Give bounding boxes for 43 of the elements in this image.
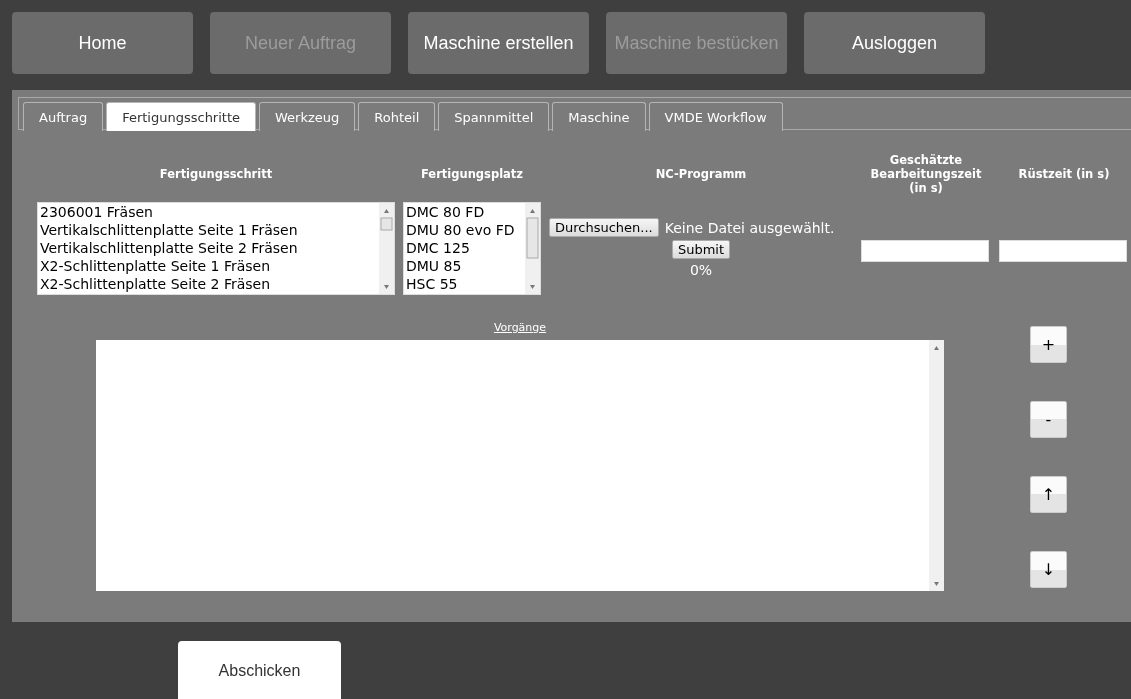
submit-button[interactable]: Submit <box>671 240 731 259</box>
tab[interactable]: Spannmittel <box>438 102 550 131</box>
nav-button[interactable]: Home <box>12 12 193 74</box>
list-item[interactable]: X2-Schlittenplatte Seite 1 Fräsen <box>40 257 377 275</box>
list-item[interactable]: X2-Schlittenplatte Seite 2 Fräsen <box>40 275 377 293</box>
text-area[interactable] <box>96 340 944 591</box>
list-item[interactable]: DMU 85 <box>406 257 523 275</box>
list-box[interactable]: 2306001 Fräsen Vertikalschlittenplatte Seite 1 Fräsen Vertikalschlittenplatte Seite 2 Fräsen X2-Schlittenplatte Seite 1 Fräsen X2-Schlittenplatte Seite 2 Fräsen <box>37 202 395 295</box>
nav-button[interactable]: Maschine erstellen <box>408 12 589 74</box>
column-header: Fertigungsplatz <box>419 166 525 183</box>
tab[interactable]: Rohteil <box>358 102 436 131</box>
scrollbar-icon[interactable] <box>379 203 394 294</box>
tab[interactable]: VMDE Workflow <box>648 102 783 131</box>
operation-button[interactable]: ↑ <box>1030 476 1067 513</box>
tab[interactable]: Auftrag <box>23 102 104 131</box>
list-item[interactable]: Vertikalschlittenplatte Seite 1 Fräsen <box>40 221 377 239</box>
percent-text: 0% <box>689 262 713 278</box>
browse-button[interactable]: Durchsuchen... <box>549 218 659 237</box>
list-item[interactable]: DMU 80 evo FD <box>406 221 523 239</box>
column-header: NC-Programm <box>654 166 748 183</box>
list-item[interactable]: DMC 80 FD <box>406 203 523 221</box>
file-status: Keine Datei ausgewählt. <box>664 219 835 236</box>
list-item[interactable]: HSC 55 <box>406 275 523 293</box>
tab[interactable]: Fertigungsschritte <box>106 102 257 131</box>
operation-button[interactable]: - <box>1030 401 1067 438</box>
column-header: Geschätzte Bearbeitungszeit (in s) <box>869 152 983 197</box>
nav-button[interactable]: Ausloggen <box>804 12 985 74</box>
list-item[interactable]: DMC 125 <box>406 239 523 257</box>
input-field[interactable] <box>861 240 989 262</box>
tab[interactable]: Werkzeug <box>259 102 356 131</box>
input-field[interactable] <box>999 240 1127 262</box>
scrollbar-icon[interactable] <box>525 203 540 294</box>
column-header: Fertigungsschritt <box>158 166 274 183</box>
list-item[interactable]: 2306001 Fräsen <box>40 203 377 221</box>
list-item[interactable]: Vertikalschlittenplatte Seite 2 Fräsen <box>40 239 377 257</box>
operation-button[interactable]: ↓ <box>1030 551 1067 588</box>
send-button[interactable]: Abschicken <box>178 641 341 699</box>
operation-button[interactable]: + <box>1030 326 1067 363</box>
scrollbar-icon[interactable] <box>929 340 944 591</box>
tab[interactable]: Maschine <box>552 102 646 131</box>
list-box[interactable]: DMC 80 FD DMU 80 evo FD DMC 125 DMU 85 HSC 55 <box>403 202 541 295</box>
operations-link[interactable]: Vorgänge <box>493 321 547 334</box>
column-header: Rüstzeit (in s) <box>1017 166 1111 183</box>
